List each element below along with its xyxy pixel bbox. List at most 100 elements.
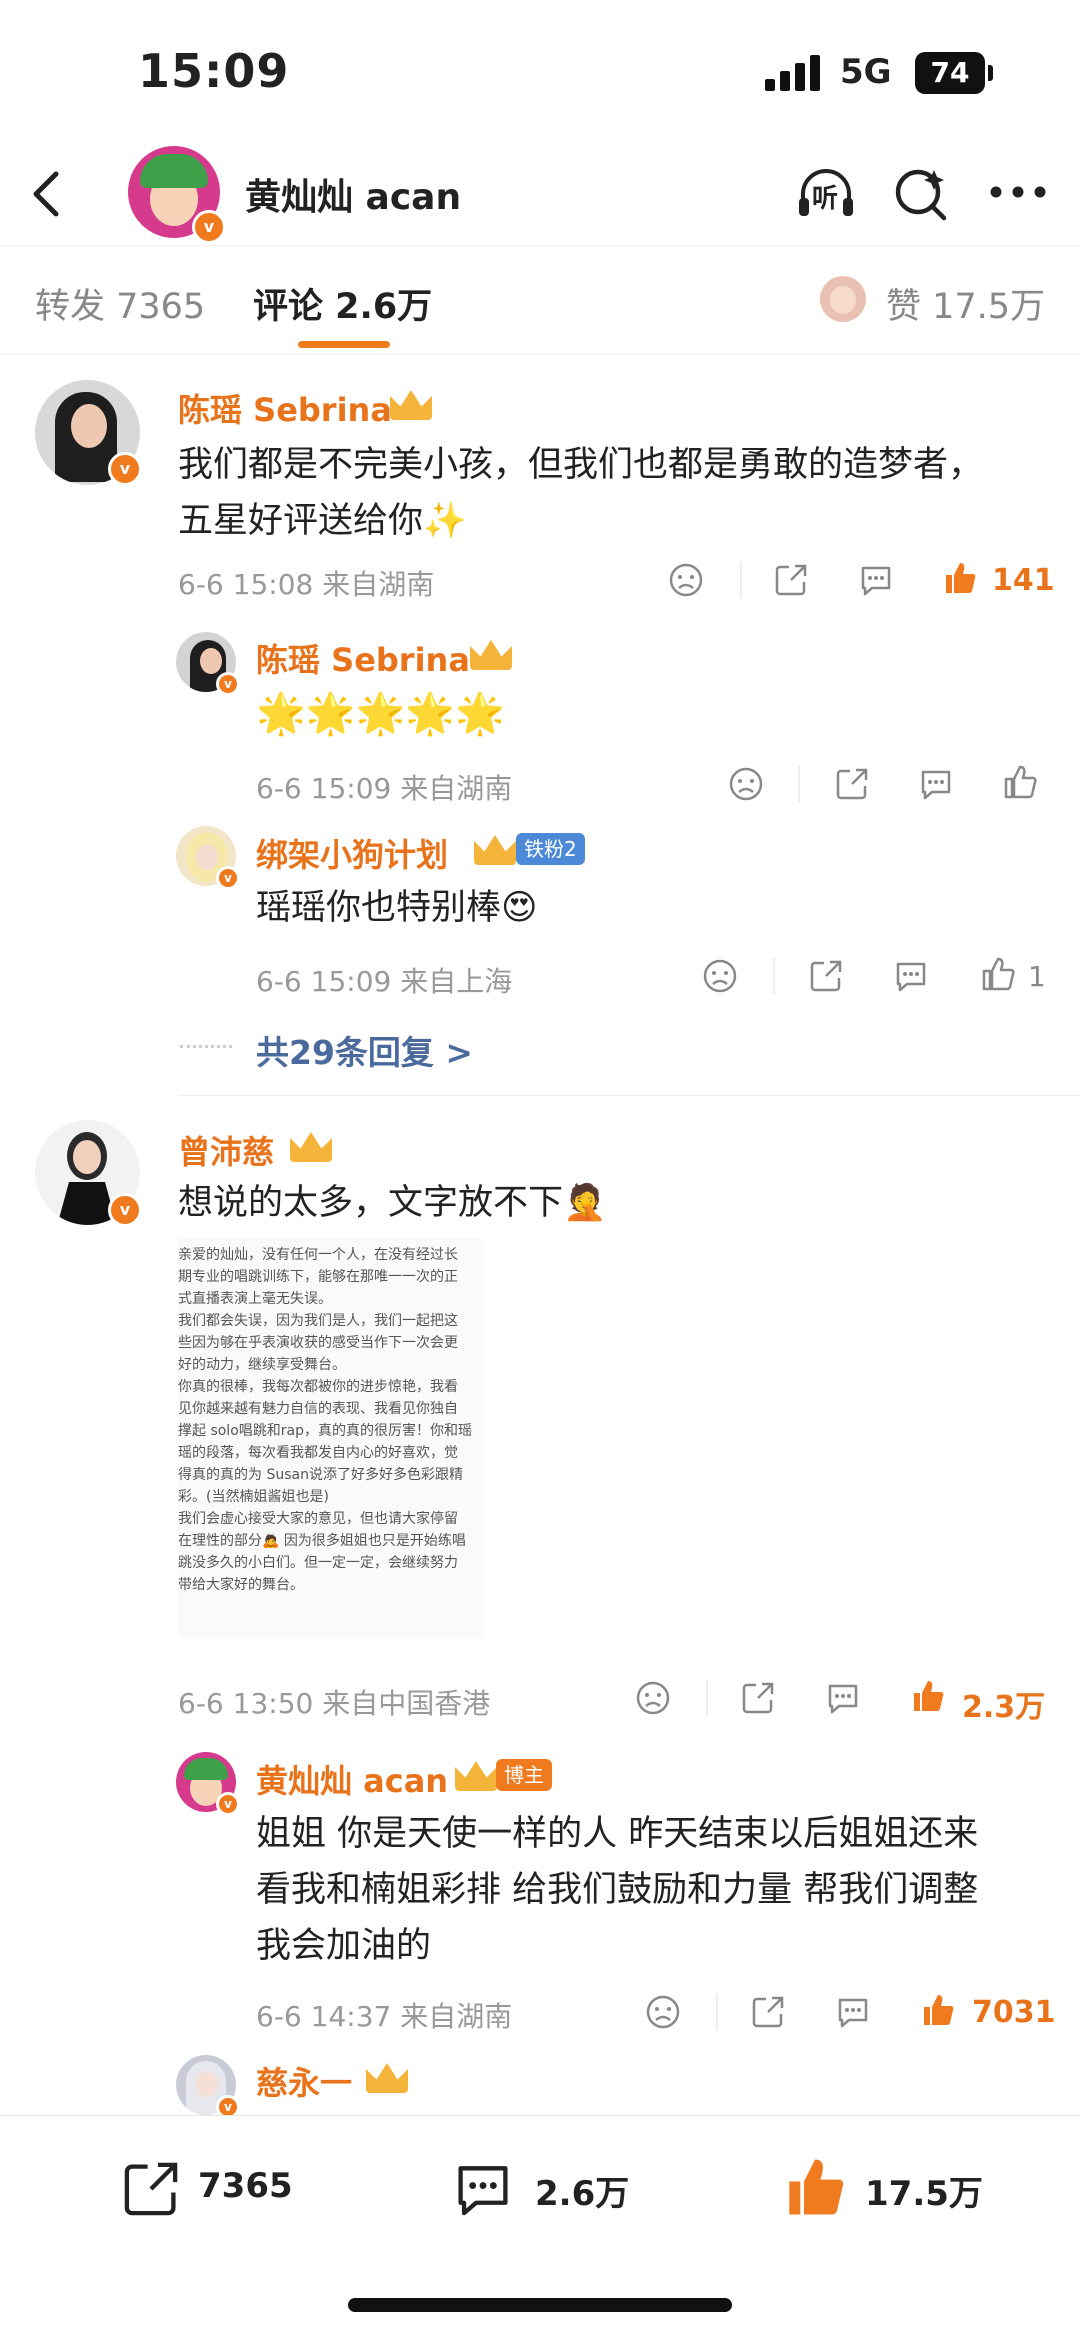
like-count: 7031 [972,1995,1056,2030]
image-text-line: 些因为够在乎表演收获的感受当作下一次会更 [178,1335,458,1351]
image-text-line: 我们都会失误，因为我们是人，我们一起把这 [178,1313,458,1329]
reply-name[interactable]: 绑架小狗计划 [256,830,448,876]
reply-icon[interactable] [825,1680,861,1716]
comment-text: 我们都是不完美小孩，但我们也都是勇敢的造梦者， [178,445,984,485]
image-text-line: 见你越来越有魅力自信的表现、我看见你独自 [178,1401,458,1417]
image-text-line: 带给大家好的舞台。 [178,1577,304,1593]
reply-text: 🌟🌟🌟🌟🌟 [256,691,506,737]
dislike-icon[interactable] [728,766,764,802]
reply-text: 瑶瑶你也特别棒😍 [256,888,538,928]
image-text-line: 彩。(当然楠姐酱姐也是) [178,1489,329,1505]
image-text-line: 好的动力，继续享受舞台。 [178,1357,346,1373]
image-text-line: 亲爱的灿灿，没有任何一个人，在没有经过长 [178,1247,458,1263]
reply-text: 我会加油的 [256,1926,432,1966]
image-text-line: 得真的真的为 Susan说添了好多好多色彩跟精 [178,1467,463,1483]
comment-text: 想说的太多，文字放不下🤦 [178,1183,607,1223]
commenter-name[interactable]: 陈瑶 Sebrina [178,385,392,431]
crown-icon [474,835,516,865]
reply-icon[interactable] [918,766,954,802]
crown-icon [455,1761,497,1791]
image-text-line: 式直播表演上毫无失误。 [178,1291,332,1307]
comment-image[interactable]: 亲爱的灿灿，没有任何一个人，在没有经过长 期专业的唱跳训练下，能够在那唯一一次的正… [178,1238,483,1638]
like-icon[interactable] [910,1678,946,1714]
tab-comments[interactable]: 评论 2.6万 [253,278,432,329]
back-icon[interactable] [28,170,64,218]
dislike-icon[interactable] [645,1994,681,2030]
comment-separator [178,1095,1080,1096]
like-count: 1 [1028,960,1046,993]
share-icon[interactable] [834,766,870,802]
like-count: 2.3万 [962,1690,1046,1725]
battery-icon: 74 [915,52,993,94]
more-replies-link[interactable]: 共29条回复 > [256,1026,473,1074]
header-title[interactable]: 黄灿灿 acan [245,168,461,220]
verified-badge: v [216,866,240,890]
dislike-icon[interactable] [702,958,738,994]
verified-badge: v [216,1792,240,1816]
tab-bar: 转发 7365 评论 2.6万 赞 17.5万 [0,245,1080,355]
verified-badge: v [192,210,226,244]
reply-text: 看我和楠姐彩排 给我们鼓励和力量 帮我们调整 [256,1870,979,1910]
top-nav: v 黄灿灿 acan 听 [0,140,1080,245]
share-icon[interactable] [808,958,844,994]
share-icon[interactable] [740,1680,776,1716]
home-indicator [348,2298,732,2312]
like-icon[interactable] [782,2154,848,2220]
reply-text: 姐姐 你是天使一样的人 昨天结束以后姐姐还来 [256,1814,979,1854]
like-icon[interactable] [920,1992,956,2028]
crown-icon [390,390,432,420]
author-badge: 博主 [496,1759,552,1791]
like-count: 141 [992,563,1055,598]
repost-icon[interactable] [120,2158,182,2220]
image-text-line: 期专业的唱跳训练下，能够在那唯一一次的正 [178,1269,458,1285]
like-count[interactable]: 17.5万 [865,2166,983,2215]
image-text-line: 在理性的部分🙇 因为很多姐姐也只是开始练唱 [178,1533,466,1549]
image-text-block: 亲爱的灿灿，没有任何一个人，在没有经过长 期专业的唱跳训练下，能够在那唯一一次的正… [178,1238,483,1596]
like-icon[interactable] [1002,764,1038,800]
dislike-icon[interactable] [635,1680,671,1716]
network-label: 5G [840,52,892,92]
reply-name[interactable]: 陈瑶 Sebrina [256,635,470,681]
status-bar: 15:09 5G 74 [0,0,1080,140]
image-text-line: 你真的很棒，我每次都被你的进步惊艳，我看 [178,1379,458,1395]
comment-icon[interactable] [452,2158,514,2220]
reply-icon[interactable] [835,1994,871,2030]
signal-icon [765,55,821,91]
image-text-line: 瑶的段落，每次看我都发自内心的好喜欢，觉 [178,1445,458,1461]
tab-repost[interactable]: 转发 7365 [35,278,205,329]
image-text-line: 我们会虚心接受大家的意见，但也请大家停留 [178,1511,458,1527]
reply-icon[interactable] [858,562,894,598]
like-icon[interactable] [980,956,1016,992]
listen-label: 听 [812,184,839,214]
dotted-divider [180,1045,232,1048]
more-icon[interactable] [988,184,1048,200]
action-divider [740,562,742,598]
tab-likes[interactable]: 赞 17.5万 [886,278,1045,329]
dislike-icon[interactable] [668,562,704,598]
share-icon[interactable] [750,1994,786,2030]
comment-meta: 6-6 13:50 来自中国香港 [178,1687,491,1720]
fan-badge: 铁粉2 [516,833,585,865]
comment-text: 五星好评送给你✨ [178,501,467,541]
action-divider [798,766,800,802]
liker-avatar [820,276,866,322]
reply-name[interactable]: 慈永一 [256,2058,352,2104]
commenter-name[interactable]: 曾沛慈 [178,1127,274,1173]
comment-count[interactable]: 2.6万 [535,2166,629,2215]
action-divider [773,958,775,994]
share-icon[interactable] [773,562,809,598]
like-icon[interactable] [942,560,978,596]
image-text-line: 跳没多久的小白们。但一定一定，会继续努力 [178,1555,458,1571]
verified-badge: v [216,672,240,696]
crown-icon [470,640,512,670]
status-time: 15:09 [138,44,290,98]
reply-name[interactable]: 黄灿灿 acan [256,1756,448,1802]
reply-meta: 6-6 15:09 来自湖南 [256,772,513,805]
reply-icon[interactable] [893,958,929,994]
crown-icon [366,2063,408,2093]
listen-icon[interactable]: 听 [795,162,857,222]
reply-meta: 6-6 15:09 来自上海 [256,965,513,998]
repost-count[interactable]: 7365 [198,2166,293,2206]
search-icon[interactable] [892,164,952,224]
verified-badge: v [108,1193,142,1227]
